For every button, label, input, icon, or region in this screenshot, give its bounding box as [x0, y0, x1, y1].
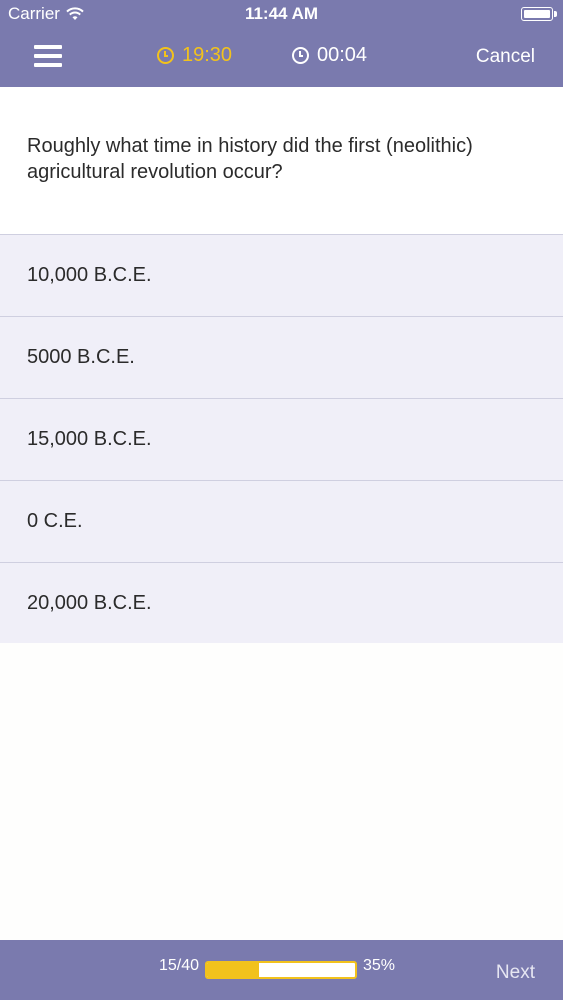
- answer-option[interactable]: 20,000 B.C.E.: [0, 563, 563, 645]
- answer-label: 0 C.E.: [27, 510, 83, 532]
- progress-fill: [207, 963, 259, 977]
- answer-option[interactable]: 15,000 B.C.E.: [0, 399, 563, 481]
- progress-bar: [205, 961, 357, 979]
- status-time: 11:44 AM: [244, 4, 319, 23]
- answer-label: 15,000 B.C.E.: [27, 428, 152, 450]
- elapsed-timer: 00:04: [292, 44, 367, 67]
- alarm-clock-icon: [157, 47, 174, 64]
- answer-label: 5000 B.C.E.: [27, 346, 135, 368]
- answer-list: 10,000 B.C.E. 5000 B.C.E. 15,000 B.C.E. …: [0, 234, 563, 645]
- answer-label: 20,000 B.C.E.: [27, 592, 152, 614]
- next-button[interactable]: Next: [496, 962, 535, 984]
- status-bar: Carrier 11:44 AM: [0, 0, 563, 28]
- countdown-value: 19:30: [182, 44, 233, 66]
- footer-bar: 15/40 35% Next: [0, 940, 563, 1000]
- answer-option[interactable]: 5000 B.C.E.: [0, 317, 563, 399]
- progress-percent: 35%: [363, 957, 396, 974]
- question-panel: Roughly what time in history did the fir…: [0, 87, 563, 235]
- cancel-button[interactable]: Cancel: [476, 46, 535, 68]
- answer-label: 10,000 B.C.E.: [27, 264, 152, 286]
- clock-icon: [292, 47, 309, 64]
- empty-content-area: [0, 643, 563, 940]
- answer-option[interactable]: 0 C.E.: [0, 481, 563, 563]
- countdown-timer: 19:30: [157, 44, 232, 67]
- progress-count: 15/40: [159, 957, 200, 974]
- question-text: Roughly what time in history did the fir…: [27, 135, 473, 183]
- hamburger-menu-icon[interactable]: [34, 43, 62, 69]
- battery-icon: [521, 7, 557, 21]
- elapsed-value: 00:04: [317, 44, 368, 66]
- nav-bar: 19:30 00:04 Cancel: [0, 28, 563, 87]
- answer-option[interactable]: 10,000 B.C.E.: [0, 235, 563, 317]
